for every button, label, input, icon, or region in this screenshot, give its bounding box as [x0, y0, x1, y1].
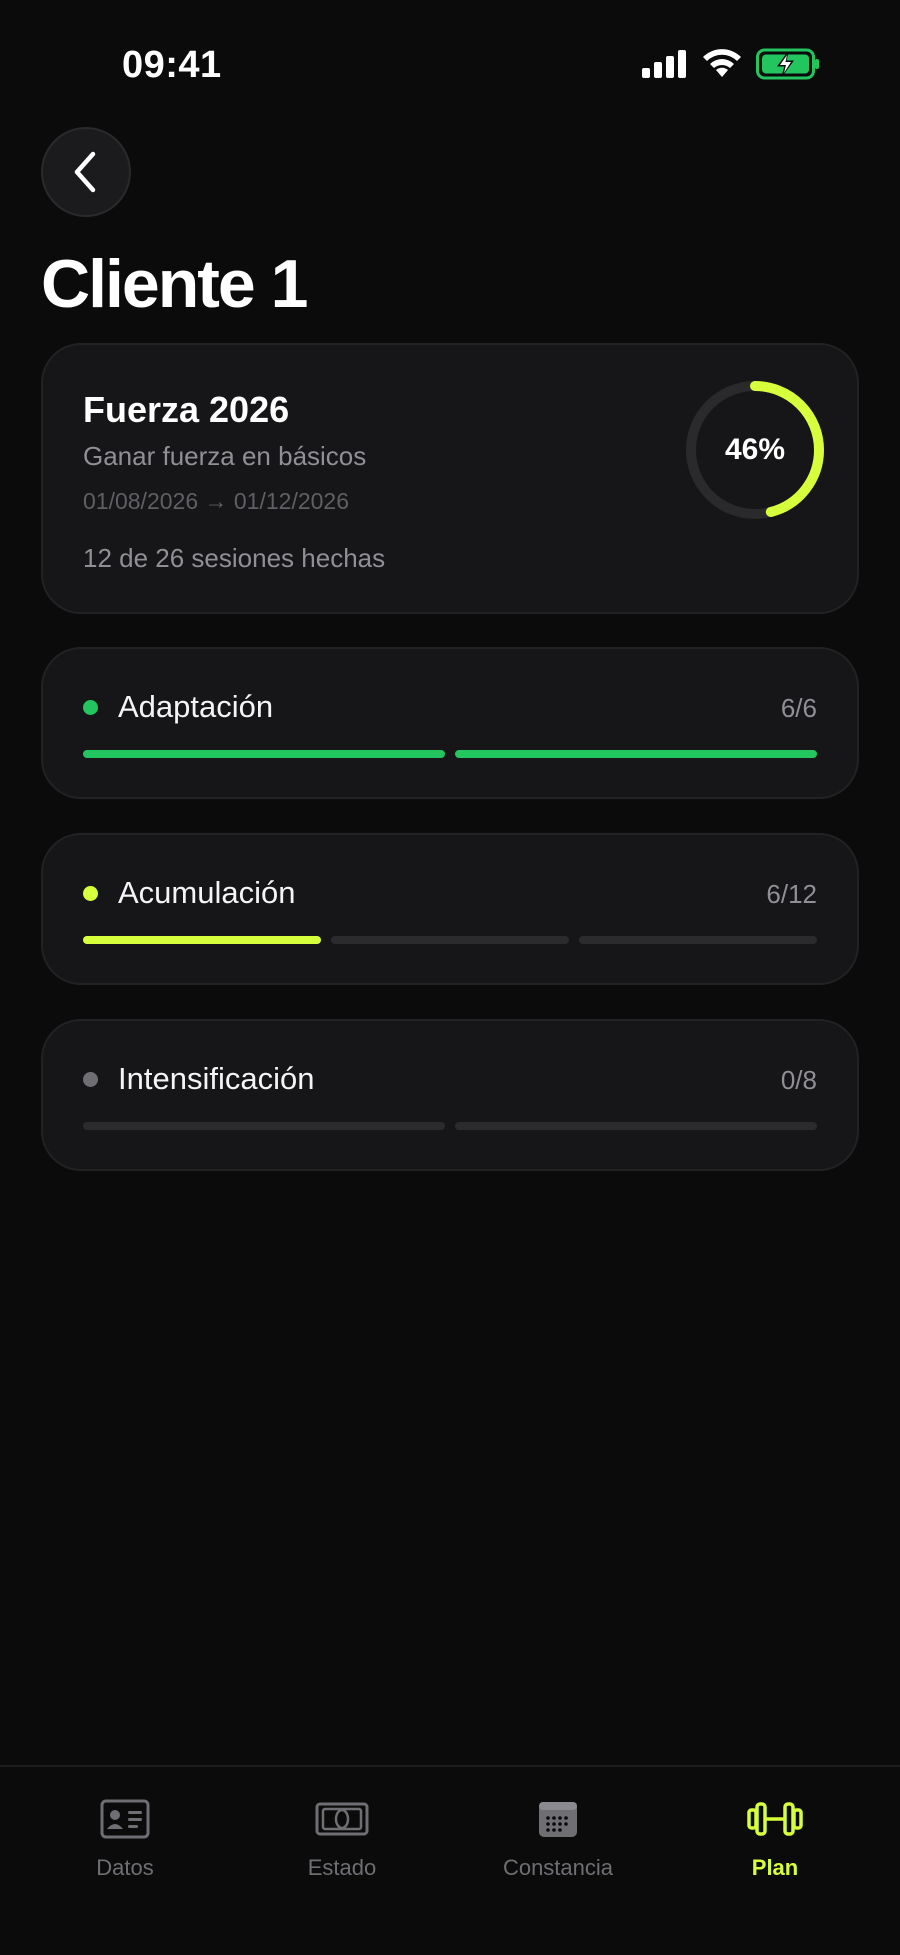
calendar-icon: [528, 1795, 588, 1843]
tab-label: Plan: [751, 1855, 799, 1880]
back-button[interactable]: [41, 127, 131, 217]
tab-label: Constancia: [502, 1855, 614, 1880]
plan-dates: 01/08/2026 → 01/12/2026: [83, 488, 350, 514]
body-scan-icon: [312, 1795, 372, 1843]
plan-goal: Ganar fuerza en básicos: [83, 441, 367, 471]
phase-progress-bars: [83, 750, 817, 758]
chevron-left-icon: [74, 151, 96, 193]
status-icons: [642, 48, 820, 80]
page-title: Cliente 1: [41, 246, 308, 322]
phase-card-acumulacion[interactable]: Acumulación 6/12: [41, 833, 859, 985]
phase-progress-segment: [455, 1122, 817, 1130]
phase-progress-segment: [83, 750, 445, 758]
phase-progress-segment: [331, 936, 569, 944]
phase-progress-bars: [83, 1122, 817, 1130]
tab-label: Datos: [96, 1855, 154, 1880]
phase-count: 6/6: [780, 693, 817, 723]
tab-plan[interactable]: Plan: [675, 1795, 875, 1881]
dumbbell-icon: [745, 1795, 805, 1843]
phase-progress-bars: [83, 936, 817, 944]
status-bar: 09:41: [0, 0, 900, 130]
phase-status-dot: [83, 1072, 98, 1087]
phase-name: Acumulación: [118, 875, 296, 910]
id-card-icon: [95, 1795, 155, 1843]
phase-progress-segment: [579, 936, 817, 944]
phase-name: Intensificación: [118, 1061, 315, 1096]
tab-constancia[interactable]: Constancia: [458, 1795, 658, 1881]
signal-icon: [642, 50, 686, 78]
tab-label: Estado: [307, 1855, 377, 1880]
phase-count: 6/12: [766, 879, 817, 909]
phase-status-dot: [83, 886, 98, 901]
phase-status-dot: [83, 700, 98, 715]
phase-progress-segment: [83, 1122, 445, 1130]
tab-estado[interactable]: Estado: [242, 1795, 442, 1881]
plan-summary-card[interactable]: Fuerza 2026 Ganar fuerza en básicos 01/0…: [41, 343, 859, 614]
plan-sessions: 12 de 26 sesiones hechas: [83, 543, 386, 573]
phase-progress-segment: [455, 750, 817, 758]
bottom-tab-bar: Datos Estado Constancia Plan: [0, 1765, 900, 1955]
progress-percent: 46%: [724, 433, 786, 466]
tab-datos[interactable]: Datos: [25, 1795, 225, 1881]
status-time: 09:41: [122, 44, 222, 86]
phase-card-intensificacion[interactable]: Intensificación 0/8: [41, 1019, 859, 1171]
phase-progress-segment: [83, 936, 321, 944]
plan-name: Fuerza 2026: [83, 389, 290, 430]
phase-card-adaptacion[interactable]: Adaptación 6/6: [41, 647, 859, 799]
phase-name: Adaptación: [118, 689, 274, 724]
wifi-icon: [703, 49, 741, 77]
phase-count: 0/8: [780, 1065, 817, 1095]
battery-charging-icon: [756, 48, 819, 80]
